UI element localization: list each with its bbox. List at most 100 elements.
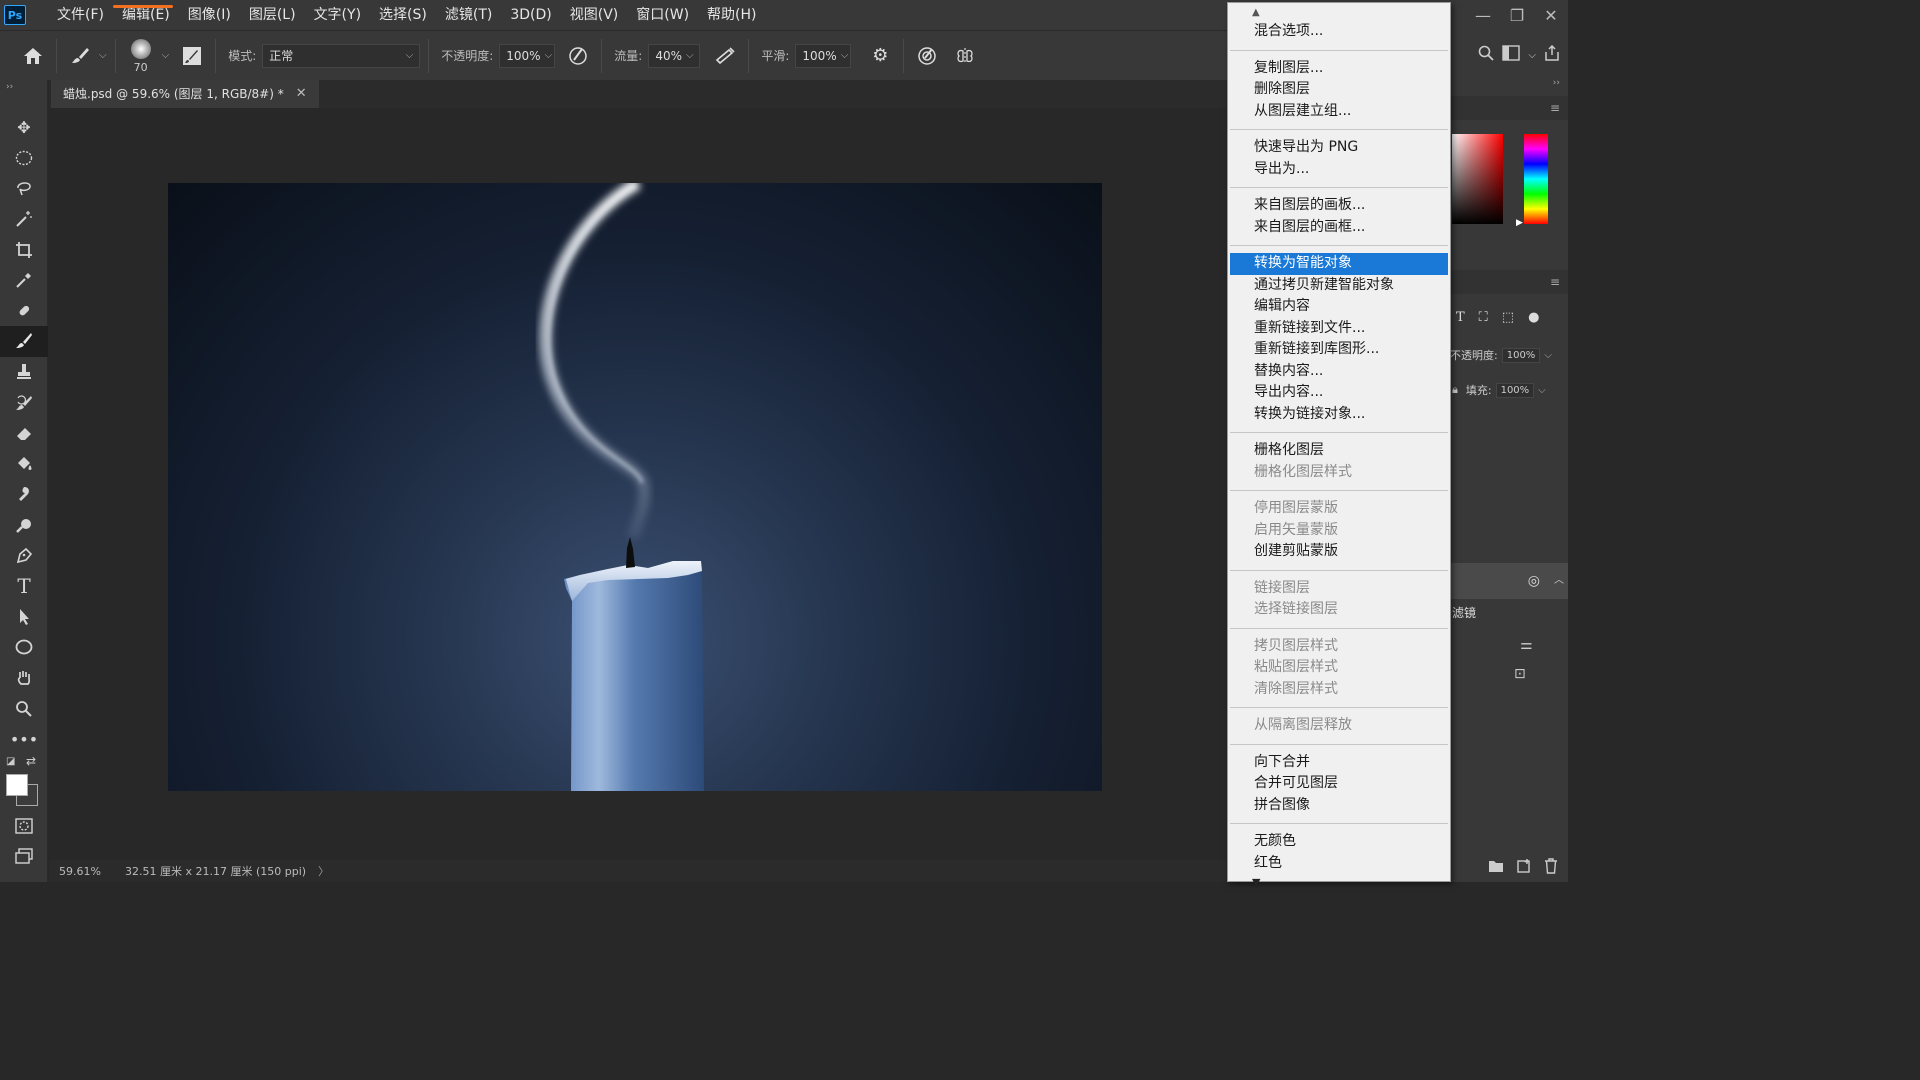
context-menu-item[interactable]: 从图层建立组...: [1228, 101, 1450, 123]
trash-icon[interactable]: [1544, 858, 1558, 878]
swap-colors-icon[interactable]: ⇄: [26, 754, 36, 768]
context-menu-item[interactable]: 创建剪贴蒙版: [1228, 541, 1450, 563]
pressure-opacity-icon[interactable]: [563, 41, 593, 71]
eraser-icon[interactable]: [0, 418, 48, 449]
context-menu-item[interactable]: 替换内容...: [1228, 361, 1450, 383]
pressure-size-icon[interactable]: [912, 41, 942, 71]
candle-image[interactable]: [168, 183, 1102, 791]
brush-preset-picker[interactable]: 70: [124, 34, 158, 78]
type-filter-icon[interactable]: T: [1456, 310, 1465, 325]
zoom-level[interactable]: 59.61%: [49, 865, 109, 878]
context-menu-item[interactable]: 快速导出为 PNG: [1228, 137, 1450, 159]
context-menu-item[interactable]: 复制图层...: [1228, 58, 1450, 80]
airbrush-icon[interactable]: [710, 41, 740, 71]
context-menu-item[interactable]: 导出为...: [1228, 159, 1450, 181]
menu-item[interactable]: 图像(I): [179, 0, 240, 30]
smart-object-filter-icon[interactable]: ⬚: [1502, 310, 1514, 325]
ellipse-tool-icon[interactable]: [0, 632, 48, 663]
collapse-toolbar-icon[interactable]: ››: [0, 80, 47, 94]
context-menu-item[interactable]: 转换为智能对象: [1230, 253, 1448, 275]
new-group-icon[interactable]: [1488, 859, 1504, 877]
context-menu-item[interactable]: 无颜色: [1228, 831, 1450, 853]
chevron-down-icon[interactable]: ⌵: [162, 50, 170, 61]
hue-slider[interactable]: [1524, 134, 1548, 224]
collapse-panels-icon[interactable]: ››: [1450, 78, 1568, 92]
minimize-icon[interactable]: —: [1466, 0, 1500, 30]
smart-filter-icon[interactable]: ◎: [1528, 573, 1540, 589]
symmetry-icon[interactable]: [950, 41, 980, 71]
status-menu-arrow-icon[interactable]: 〉: [318, 863, 329, 879]
context-menu-item[interactable]: 编辑内容: [1228, 296, 1450, 318]
context-menu-item[interactable]: 红色: [1228, 853, 1450, 875]
menu-item[interactable]: 窗口(W): [627, 0, 698, 30]
lasso-tool-icon[interactable]: [0, 173, 48, 204]
layer-fill-value[interactable]: 100%: [1495, 382, 1535, 398]
context-menu-item[interactable]: 混合选项...: [1228, 21, 1450, 43]
dodge-tool-icon[interactable]: [0, 510, 48, 541]
context-menu-item[interactable]: 来自图层的画板...: [1228, 195, 1450, 217]
layer-opacity-field[interactable]: 不透明度: 100% ⌵: [1450, 347, 1552, 363]
close-icon[interactable]: ✕: [1534, 0, 1568, 30]
smoothing-input[interactable]: 100% ⌵: [795, 43, 852, 68]
context-menu-item[interactable]: 重新链接到文件...: [1228, 318, 1450, 340]
color-picker-field[interactable]: [1452, 134, 1503, 224]
magic-wand-icon[interactable]: [0, 204, 48, 235]
chevron-up-icon[interactable]: ︿: [1554, 571, 1564, 586]
foreground-color-swatch[interactable]: [6, 774, 28, 797]
filter-options-icon[interactable]: ⚌: [1520, 637, 1533, 653]
home-icon[interactable]: [18, 41, 48, 71]
layer-row-selected[interactable]: ◎ ︿: [1450, 563, 1568, 599]
more-tools-icon[interactable]: •••: [0, 724, 48, 755]
context-menu-item[interactable]: 导出内容...: [1228, 382, 1450, 404]
layers-panel-menu-icon[interactable]: ≡: [1450, 270, 1568, 294]
menu-item[interactable]: 帮助(H): [698, 0, 765, 30]
smudge-tool-icon[interactable]: [0, 479, 48, 510]
context-menu-item[interactable]: 栅格化图层: [1228, 440, 1450, 462]
workspace-icon[interactable]: [1502, 45, 1521, 65]
document-tab[interactable]: 蜡烛.psd @ 59.6% (图层 1, RGB/8#) * ✕: [51, 80, 319, 108]
photoshop-logo[interactable]: Ps: [0, 0, 30, 30]
menu-scroll-up-icon[interactable]: ▲: [1228, 3, 1450, 21]
flow-input[interactable]: 40% ⌵: [648, 43, 701, 68]
menu-item[interactable]: 编辑(E): [112, 0, 179, 30]
elliptical-marquee-icon[interactable]: [0, 143, 48, 174]
context-menu-item[interactable]: 向下合并: [1228, 752, 1450, 774]
context-menu-item[interactable]: 合并可见图层: [1228, 773, 1450, 795]
filter-toggle-icon[interactable]: ●: [1528, 310, 1539, 325]
opacity-input[interactable]: 100% ⌵: [499, 43, 556, 68]
chevron-down-icon[interactable]: ⌵: [1528, 50, 1536, 61]
restore-icon[interactable]: ❐: [1500, 0, 1534, 30]
brush-tool-icon[interactable]: [65, 41, 95, 71]
chevron-down-icon[interactable]: ⌵: [1544, 350, 1552, 361]
lock-icon[interactable]: ⊡: [1514, 666, 1526, 682]
screen-mode-icon[interactable]: [0, 841, 48, 872]
crop-tool-icon[interactable]: [0, 234, 48, 265]
layer-fill-field[interactable]: 🔒︎ 填充: 100% ⌵: [1452, 382, 1546, 398]
paint-bucket-icon[interactable]: [0, 449, 48, 480]
context-menu-item[interactable]: 来自图层的画框...: [1228, 217, 1450, 239]
default-colors-icon[interactable]: ◪: [6, 756, 15, 767]
eyedropper-icon[interactable]: [0, 265, 48, 296]
brush-tool-icon[interactable]: [0, 326, 48, 357]
hand-tool-icon[interactable]: [0, 663, 48, 694]
share-icon[interactable]: [1544, 44, 1560, 65]
menu-item[interactable]: 文字(Y): [305, 0, 370, 30]
history-brush-icon[interactable]: [0, 387, 48, 418]
chevron-down-icon[interactable]: ⌵: [99, 50, 107, 61]
context-menu-item[interactable]: 重新链接到库图形...: [1228, 339, 1450, 361]
gear-icon[interactable]: ⚙: [865, 41, 895, 71]
chevron-down-icon[interactable]: ⌵: [1538, 385, 1546, 396]
context-menu-item[interactable]: 通过拷贝新建智能对象: [1228, 275, 1450, 297]
move-tool-icon[interactable]: ✥: [0, 112, 48, 143]
new-layer-icon[interactable]: [1516, 858, 1532, 878]
menu-item[interactable]: 图层(L): [240, 0, 305, 30]
menu-item[interactable]: 3D(D): [501, 0, 560, 30]
healing-brush-icon[interactable]: [0, 296, 48, 327]
close-tab-icon[interactable]: ✕: [296, 80, 307, 108]
zoom-tool-icon[interactable]: [0, 693, 48, 724]
clone-stamp-icon[interactable]: [0, 357, 48, 388]
blend-mode-select[interactable]: 正常 ⌵: [262, 43, 421, 68]
search-icon[interactable]: [1478, 45, 1495, 65]
color-panel-menu-icon[interactable]: ≡: [1450, 96, 1568, 120]
type-tool-icon[interactable]: T: [0, 571, 48, 602]
